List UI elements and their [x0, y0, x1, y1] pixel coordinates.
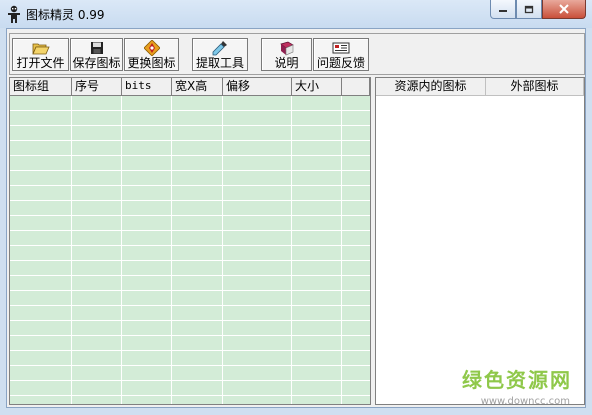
help-button[interactable]: 说明: [261, 38, 312, 71]
minimize-icon: [499, 10, 507, 12]
col-icon-group[interactable]: 图标组: [10, 78, 72, 95]
replace-icon-label: 更换图标: [127, 56, 176, 70]
resource-icon-list[interactable]: 资源内的图标 外部图标: [375, 77, 585, 405]
close-icon: [559, 4, 569, 14]
save-icon-button[interactable]: 保存图标: [70, 38, 123, 71]
app-logo-icon: [8, 5, 20, 23]
floppy-disk-icon: [90, 40, 104, 56]
resource-list-header: 资源内的图标 外部图标: [376, 78, 584, 96]
col-size-wh[interactable]: 宽X高: [172, 78, 223, 95]
col-extra[interactable]: [342, 78, 370, 95]
col-resource-icons[interactable]: 资源内的图标: [376, 78, 486, 95]
col-size[interactable]: 大小: [292, 78, 342, 95]
folder-open-icon: [31, 40, 50, 56]
open-file-label: 打开文件: [16, 56, 65, 70]
book-icon: [279, 40, 295, 56]
icon-table[interactable]: 图标组 序号 bits 宽X高 偏移 大小: [9, 77, 371, 405]
col-offset[interactable]: 偏移: [223, 78, 292, 95]
icon-table-body[interactable]: [10, 96, 370, 404]
col-bits[interactable]: bits: [122, 78, 172, 95]
title-bar[interactable]: 图标精灵 0.99: [0, 0, 592, 28]
minimize-button[interactable]: [490, 0, 516, 19]
feedback-label: 问题反馈: [316, 56, 365, 70]
eyedropper-icon: [212, 40, 228, 56]
app-window: 图标精灵 0.99 打开文件 保存图标 更换图标 提取工具 说明 问题反馈 图标…: [0, 0, 592, 415]
replace-arrows-icon: [143, 40, 160, 56]
feedback-card-icon: [332, 40, 350, 56]
open-file-button[interactable]: 打开文件: [12, 38, 69, 71]
watermark-text: 绿色资源网: [462, 368, 572, 392]
save-icon-label: 保存图标: [72, 56, 121, 70]
col-index[interactable]: 序号: [72, 78, 122, 95]
extract-tool-label: 提取工具: [195, 56, 244, 70]
watermark-url: www.downcc.com: [480, 396, 570, 407]
replace-icon-button[interactable]: 更换图标: [124, 38, 179, 71]
feedback-button[interactable]: 问题反馈: [313, 38, 369, 71]
help-label: 说明: [274, 56, 299, 70]
icon-table-header: 图标组 序号 bits 宽X高 偏移 大小: [10, 78, 370, 96]
col-external-icons[interactable]: 外部图标: [486, 78, 584, 95]
maximize-button[interactable]: [516, 0, 542, 19]
extract-tool-button[interactable]: 提取工具: [192, 38, 248, 71]
client-area: 打开文件 保存图标 更换图标 提取工具 说明 问题反馈 图标组 序号 bits …: [6, 28, 586, 408]
maximize-icon: [524, 5, 534, 13]
close-button[interactable]: [542, 0, 586, 19]
window-title: 图标精灵 0.99: [26, 8, 105, 22]
toolbar: 打开文件 保存图标 更换图标 提取工具 说明 问题反馈: [9, 33, 585, 75]
